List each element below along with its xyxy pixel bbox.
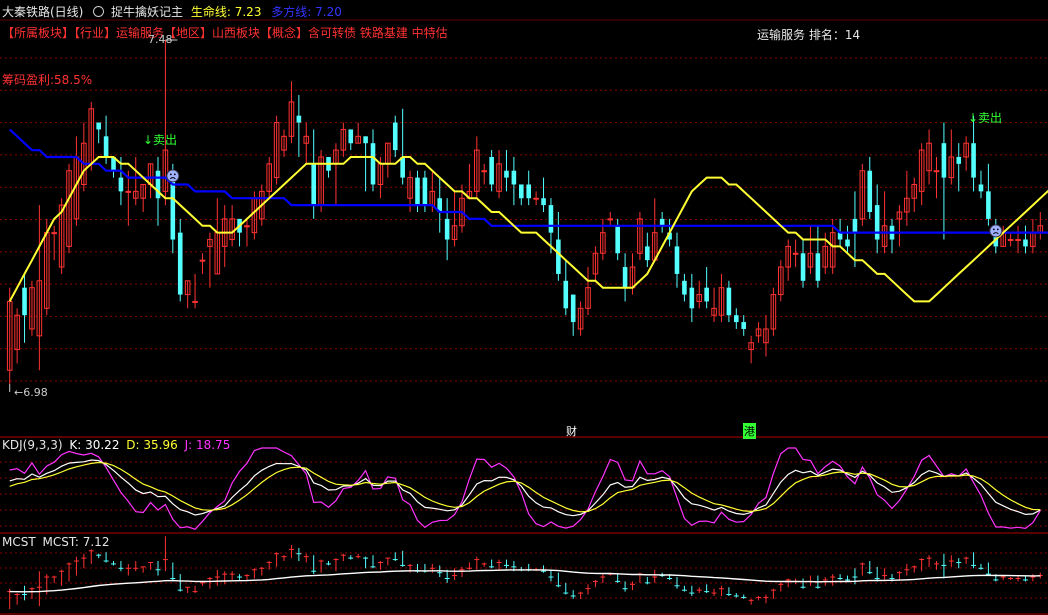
sell-face-icon-eye (169, 173, 172, 176)
stock-title[interactable]: 大秦铁路(日线) (2, 5, 83, 19)
candle-body (986, 191, 991, 219)
kdj-k-value: K: 30.22 (69, 438, 120, 452)
candle-body (726, 287, 732, 316)
indicator-name[interactable]: 捉牛擒妖记主 (111, 5, 183, 19)
candle-body (244, 225, 250, 228)
profit-ratio-label: 筹码盈利:58.5% (2, 73, 93, 87)
candle-body (370, 143, 376, 185)
mcst-title[interactable]: MCST (2, 535, 36, 549)
candle-body (51, 232, 57, 235)
candle-body (489, 156, 494, 185)
candle-body (541, 198, 546, 206)
life-line-label: 生命线: 7.23 (190, 5, 262, 19)
candle-body (645, 246, 650, 261)
candle-body (741, 322, 747, 329)
candle-body (392, 122, 398, 151)
candle-body (444, 218, 450, 240)
candle-body (548, 205, 554, 233)
candle-body (518, 184, 524, 199)
candle-body (800, 253, 806, 281)
candle-body (556, 239, 561, 274)
candle-body (348, 129, 354, 144)
sector-tags: 【所属板块】【行业】运输服务【地区】山西板块【概念】含可转债 铁路基建 中特估 (2, 26, 448, 40)
candle-body (874, 205, 880, 240)
candle-body (311, 163, 316, 206)
kdj-j-value: J: 18.75 (184, 438, 231, 452)
rank-label: 运输服务 排名：14 (757, 28, 861, 42)
candle-body (192, 300, 198, 303)
candle-body (422, 177, 428, 206)
candle-body (674, 246, 680, 274)
candle-body (704, 287, 709, 302)
candle-body (1023, 239, 1028, 247)
candle-body (792, 252, 799, 255)
mcst-value: MCST: 7.12 (42, 535, 110, 549)
chart-root: 大秦铁路(日线) 捉牛擒妖记主 生命线: 7.23 多方线: 7.20 【所属板… (0, 0, 1048, 615)
candle-body (941, 143, 947, 178)
candle-body (867, 170, 873, 212)
candle-body (481, 170, 488, 173)
sell-face-icon (166, 169, 180, 183)
sell-face-icon-eye (992, 228, 995, 231)
sell-signal-label-2: ↓卖出 (968, 111, 1003, 125)
candle-body (734, 315, 739, 323)
max-price-label: 7.48 (148, 33, 173, 46)
candle-body (1015, 239, 1021, 242)
candle-body (504, 170, 509, 178)
candle-body (978, 184, 984, 192)
kdj-k-line (9, 459, 1041, 517)
candle-body (199, 259, 206, 262)
candle-body (622, 267, 628, 288)
candle-body (125, 190, 132, 193)
min-price-label: ←6.98 (14, 386, 48, 399)
circle-icon[interactable] (93, 6, 105, 17)
candle-body (845, 239, 850, 247)
candle-body (415, 177, 420, 206)
long-short-line-label: 多方线: 7.20 (271, 5, 342, 19)
event-marker-gang[interactable]: 港 (743, 423, 756, 439)
candle-body (118, 177, 124, 192)
candle-body (570, 294, 576, 323)
chart-svg[interactable] (0, 0, 1048, 615)
mcst-legend: MCST MCST: 7.12 (2, 535, 109, 549)
candle-body (96, 122, 101, 130)
kdj-d-value: D: 35.96 (126, 438, 178, 452)
candle-body (615, 225, 620, 254)
sell-face-icon (989, 224, 1003, 238)
candle-body (933, 170, 940, 173)
candle-body (971, 143, 976, 178)
candle-body (956, 156, 962, 164)
kdj-j-line (9, 447, 1041, 530)
candle-body (682, 280, 687, 295)
candle-body (526, 184, 532, 199)
candle-body (511, 170, 517, 185)
candle-body (563, 280, 569, 309)
candle-body (689, 287, 695, 309)
candle-body (177, 232, 183, 295)
candle-body (296, 115, 302, 123)
candle-body (607, 218, 614, 221)
candle-body (103, 136, 109, 157)
candle-body (170, 177, 176, 240)
candle-body (363, 136, 368, 144)
candle-body (852, 218, 858, 233)
sell-face-icon-eye (173, 173, 176, 176)
sell-face-icon-eye (996, 228, 999, 231)
candle-body (533, 197, 539, 200)
candle-body (400, 156, 405, 178)
mcst-line (9, 569, 1041, 593)
header-bar: 大秦铁路(日线) 捉牛擒妖记主 生命线: 7.23 多方线: 7.20 (2, 3, 342, 20)
candle-body (1007, 239, 1014, 242)
kdj-legend: KDJ(9,3,3) K: 30.22 D: 35.96 J: 18.75 (2, 438, 230, 452)
kdj-title[interactable]: KDJ(9,3,3) (2, 438, 63, 452)
sell-signal-label-1: ↓卖出 (143, 133, 178, 147)
candle-body (815, 253, 821, 281)
candle-body (22, 287, 27, 316)
event-marker-cai[interactable]: 财 (566, 423, 577, 439)
